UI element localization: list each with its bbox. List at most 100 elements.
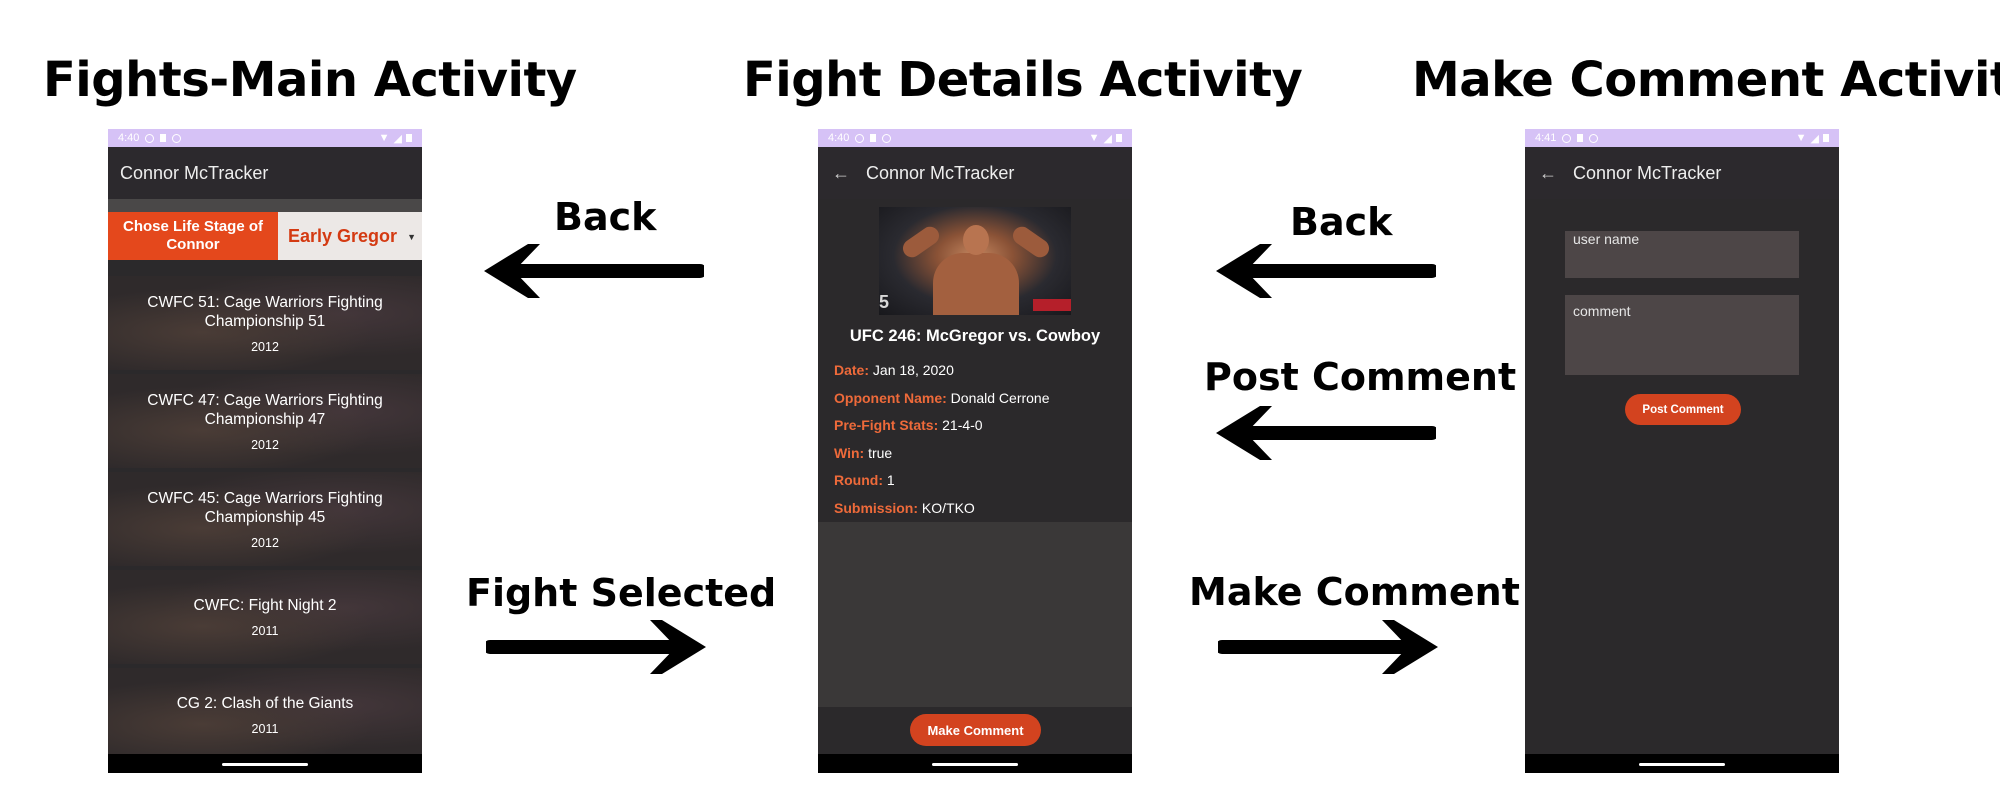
- home-indicator[interactable]: [222, 763, 308, 766]
- status-bar: 4:40 ▼ ◢: [108, 129, 422, 147]
- detail-key: Date:: [834, 362, 870, 378]
- make-comment-button[interactable]: Make Comment: [910, 714, 1041, 746]
- status-icon: [1589, 133, 1599, 143]
- heading-fight-details: Fight Details Activity: [743, 52, 1303, 108]
- signal-icon: ◢: [1810, 132, 1819, 145]
- status-icon: [145, 133, 155, 143]
- wifi-icon: ▼: [1088, 132, 1100, 144]
- heading-fights-main: Fights-Main Activity: [43, 52, 577, 108]
- detail-row: Round: 1: [834, 472, 1116, 488]
- fighter-photo: 5: [879, 207, 1071, 315]
- battery-icon: [1823, 134, 1829, 142]
- phone-fight-details: 4:40 ▼ ◢ ← Connor McTracker 5 UFC 246: M…: [818, 129, 1132, 773]
- status-bar: 4:40 ▼ ◢: [818, 129, 1132, 147]
- photo-number: 5: [879, 292, 890, 312]
- signal-icon: ◢: [393, 132, 402, 145]
- phone-fights-main: 4:40 ▼ ◢ Connor McTracker Chose Life Sta…: [108, 129, 422, 773]
- status-icon: [160, 134, 167, 142]
- detail-value: true: [868, 444, 893, 461]
- fight-list-item[interactable]: CG 2: Clash of the Giants 2011: [108, 668, 422, 762]
- detail-value: Donald Cerrone: [950, 389, 1050, 406]
- comment-field[interactable]: comment: [1565, 295, 1799, 375]
- left-arrow-back-2: [1216, 244, 1436, 298]
- fight-year: 2012: [251, 535, 279, 550]
- wifi-icon: ▼: [378, 132, 390, 144]
- fight-title: CWFC 51: Cage Warriors Fighting Champion…: [147, 293, 383, 330]
- left-arrow-back-1: [484, 244, 704, 298]
- app-title: Connor McTracker: [1573, 162, 1722, 183]
- fight-list-item[interactable]: CWFC 51: Cage Warriors Fighting Champion…: [108, 276, 422, 370]
- detail-key: Round:: [834, 472, 883, 488]
- detail-key: Opponent Name:: [834, 389, 947, 406]
- divider: [108, 199, 422, 212]
- fight-title: CG 2: Clash of the Giants: [176, 695, 354, 712]
- home-indicator[interactable]: [932, 763, 1018, 766]
- home-indicator[interactable]: [1639, 763, 1725, 766]
- app-title: Connor McTracker: [120, 162, 269, 183]
- status-icon: [172, 133, 182, 143]
- status-icon: [1562, 133, 1572, 143]
- dropdown-caret-icon: ▼: [407, 232, 416, 242]
- fight-list-item[interactable]: CWFC: Fight Night 2 2011: [108, 570, 422, 664]
- phone-make-comment: 4:41 ▼ ◢ ← Connor McTracker user name co…: [1525, 129, 1839, 773]
- detail-value: 21-4-0: [942, 417, 983, 433]
- life-stage-dropdown[interactable]: Early Gregor ▼: [278, 212, 422, 260]
- detail-row: Submission: KO/TKO: [834, 500, 1116, 516]
- status-icon: [882, 133, 892, 143]
- fight-name: UFC 246: McGregor vs. Cowboy: [849, 327, 1101, 345]
- fight-photo-container: 5: [818, 207, 1132, 315]
- fight-list-item[interactable]: CWFC 47: Cage Warriors Fighting Champion…: [108, 374, 422, 468]
- app-bar: ← Connor McTracker: [1525, 147, 1839, 199]
- heading-make-comment: Make Comment Activity: [1412, 52, 2000, 108]
- status-bar: 4:41 ▼ ◢: [1525, 129, 1839, 147]
- detail-row: Pre-Fight Stats: 21-4-0: [834, 417, 1116, 433]
- fight-year: 2011: [251, 722, 279, 736]
- arrow-label-make-comment: Make Comment: [1189, 570, 1520, 614]
- status-time: 4:40: [828, 132, 850, 144]
- status-time: 4:40: [118, 132, 140, 144]
- fight-title: CWFC: Fight Night 2: [193, 597, 337, 614]
- status-icon: [870, 134, 877, 142]
- detail-value: KO/TKO: [921, 499, 975, 516]
- fight-details: Date: Jan 18, 2020 Opponent Name: Donald…: [818, 346, 1132, 516]
- arrow-label-back-2: Back: [1290, 200, 1393, 244]
- back-arrow-icon[interactable]: ←: [832, 163, 850, 184]
- detail-row: Opponent Name: Donald Cerrone: [834, 390, 1116, 406]
- life-stage-value: Early Gregor: [288, 225, 398, 246]
- app-bar: ← Connor McTracker: [818, 147, 1132, 199]
- nav-bar: [1525, 754, 1839, 773]
- username-field[interactable]: user name: [1565, 231, 1799, 278]
- wifi-icon: ▼: [1795, 132, 1807, 144]
- status-icon: [1577, 134, 1584, 142]
- life-stage-selector: Chose Life Stage of Connor Early Gregor …: [108, 212, 422, 260]
- button-bar: Make Comment: [818, 707, 1132, 754]
- status-time: 4:41: [1535, 132, 1557, 144]
- signal-icon: ◢: [1103, 132, 1112, 145]
- detail-key: Win:: [834, 444, 865, 461]
- fight-list: CWFC 51: Cage Warriors Fighting Champion…: [108, 276, 422, 762]
- status-icon: [855, 133, 865, 143]
- detail-row: Win: true: [834, 445, 1116, 461]
- detail-value: Jan 18, 2020: [872, 362, 954, 378]
- battery-icon: [406, 134, 412, 142]
- battery-icon: [1116, 134, 1122, 142]
- back-arrow-icon[interactable]: ←: [1539, 163, 1557, 184]
- fight-year: 2011: [251, 624, 279, 638]
- detail-key: Submission:: [834, 499, 919, 516]
- fight-year: 2012: [251, 339, 279, 354]
- detail-value: 1: [886, 472, 895, 488]
- arrow-label-back-1: Back: [554, 195, 657, 239]
- arrow-label-fight-selected: Fight Selected: [466, 571, 777, 615]
- nav-bar: [818, 754, 1132, 773]
- right-arrow-make-comment: [1218, 620, 1438, 674]
- post-comment-button[interactable]: Post Comment: [1625, 394, 1741, 425]
- life-stage-label: Chose Life Stage of Connor: [108, 212, 278, 260]
- detail-row: Date: Jan 18, 2020: [834, 362, 1116, 378]
- fight-title: CWFC 47: Cage Warriors Fighting Champion…: [147, 391, 383, 428]
- right-arrow-fight-selected: [486, 620, 706, 674]
- arrow-label-post-comment: Post Comment: [1204, 355, 1517, 399]
- fight-list-item[interactable]: CWFC 45: Cage Warriors Fighting Champion…: [108, 472, 422, 566]
- comment-placeholder: comment: [1573, 303, 1631, 319]
- detail-key: Pre-Fight Stats:: [834, 417, 939, 433]
- fight-title: CWFC 45: Cage Warriors Fighting Champion…: [147, 489, 383, 526]
